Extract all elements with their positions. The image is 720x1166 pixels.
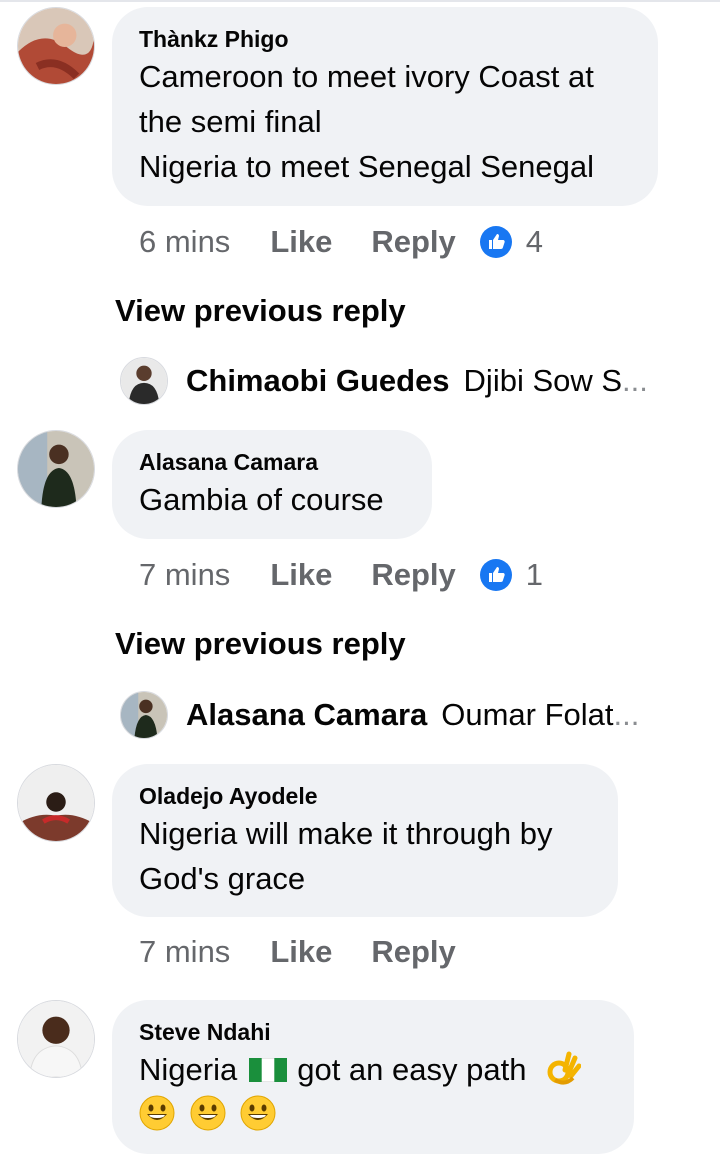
avatar[interactable] <box>17 1000 95 1078</box>
nigeria-flag-icon <box>248 1049 288 1083</box>
reaction-count[interactable]: 1 <box>526 557 543 593</box>
reply-preview[interactable]: Alasana Camara Oumar Folat... <box>120 690 680 740</box>
view-previous-reply-link[interactable]: View previous reply <box>115 291 406 331</box>
reply-ellipsis: ... <box>622 363 648 398</box>
ok-hand-icon <box>545 1050 582 1086</box>
avatar[interactable] <box>17 430 95 508</box>
comment-bubble: Alasana Camara Gambia of course <box>112 430 432 539</box>
reaction-count[interactable]: 4 <box>526 224 543 260</box>
reply-button[interactable]: Reply <box>371 934 455 970</box>
avatar[interactable] <box>17 7 95 85</box>
comment-author[interactable]: Oladejo Ayodele <box>139 781 590 811</box>
avatar <box>120 357 168 405</box>
comment-actions: 7 mins Like Reply 1 <box>139 555 543 595</box>
comment-author[interactable]: Steve Ndahi <box>139 1017 606 1047</box>
like-reaction-icon[interactable] <box>479 559 512 591</box>
comment-bubble: Steve Ndahi Nigeria got an easy path <box>112 1000 634 1154</box>
comment-text-part: Nigeria <box>139 1052 238 1087</box>
comment-text-line: God's grace <box>139 861 306 896</box>
comment-text-line: Nigeria got an easy path <box>139 1047 606 1092</box>
grinning-face-icon <box>190 1095 226 1131</box>
reply-snippet: Oumar Folat <box>441 697 614 732</box>
comment-actions: 6 mins Like Reply 4 <box>139 222 543 262</box>
comment-text-part: got an easy path <box>297 1052 527 1087</box>
comment-text-line: Cameroon to meet ivory Coast at <box>139 59 594 94</box>
like-button[interactable]: Like <box>270 224 332 260</box>
grinning-face-icon <box>240 1095 276 1131</box>
view-previous-reply-link[interactable]: View previous reply <box>115 624 406 664</box>
avatar <box>120 691 168 739</box>
like-button[interactable]: Like <box>270 557 332 593</box>
reply-preview[interactable]: Chimaobi Guedes Djibi Sow S... <box>120 356 680 406</box>
like-button[interactable]: Like <box>270 934 332 970</box>
reply-author: Alasana Camara <box>186 697 428 732</box>
comment-text-line: Nigeria will make it through by <box>139 816 553 851</box>
comment-text-line: Nigeria to meet Senegal Senegal <box>139 149 594 184</box>
reply-snippet: Djibi Sow S <box>463 363 623 398</box>
comment-text-line: the semi final <box>139 104 322 139</box>
comment-timestamp[interactable]: 7 mins <box>139 934 230 970</box>
grinning-face-icon <box>139 1095 175 1131</box>
reply-ellipsis: ... <box>613 697 640 732</box>
comment-author[interactable]: Thànkz Phigo <box>139 24 630 54</box>
comment-timestamp[interactable]: 6 mins <box>139 224 230 260</box>
reply-button[interactable]: Reply <box>371 557 455 593</box>
like-reaction-icon[interactable] <box>479 226 512 258</box>
comment-actions: 7 mins Like Reply <box>139 932 495 972</box>
comment-bubble: Oladejo Ayodele Nigeria will make it thr… <box>112 764 618 917</box>
comment-bubble: Thànkz Phigo Cameroon to meet ivory Coas… <box>112 7 658 206</box>
reply-author: Chimaobi Guedes <box>186 363 450 398</box>
avatar[interactable] <box>17 764 95 842</box>
emoji-line <box>139 1092 606 1137</box>
top-divider <box>0 0 720 2</box>
comment-timestamp[interactable]: 7 mins <box>139 557 230 593</box>
comment-author[interactable]: Alasana Camara <box>139 447 404 477</box>
comment-text-line: Gambia of course <box>139 482 384 517</box>
reply-button[interactable]: Reply <box>371 224 455 260</box>
